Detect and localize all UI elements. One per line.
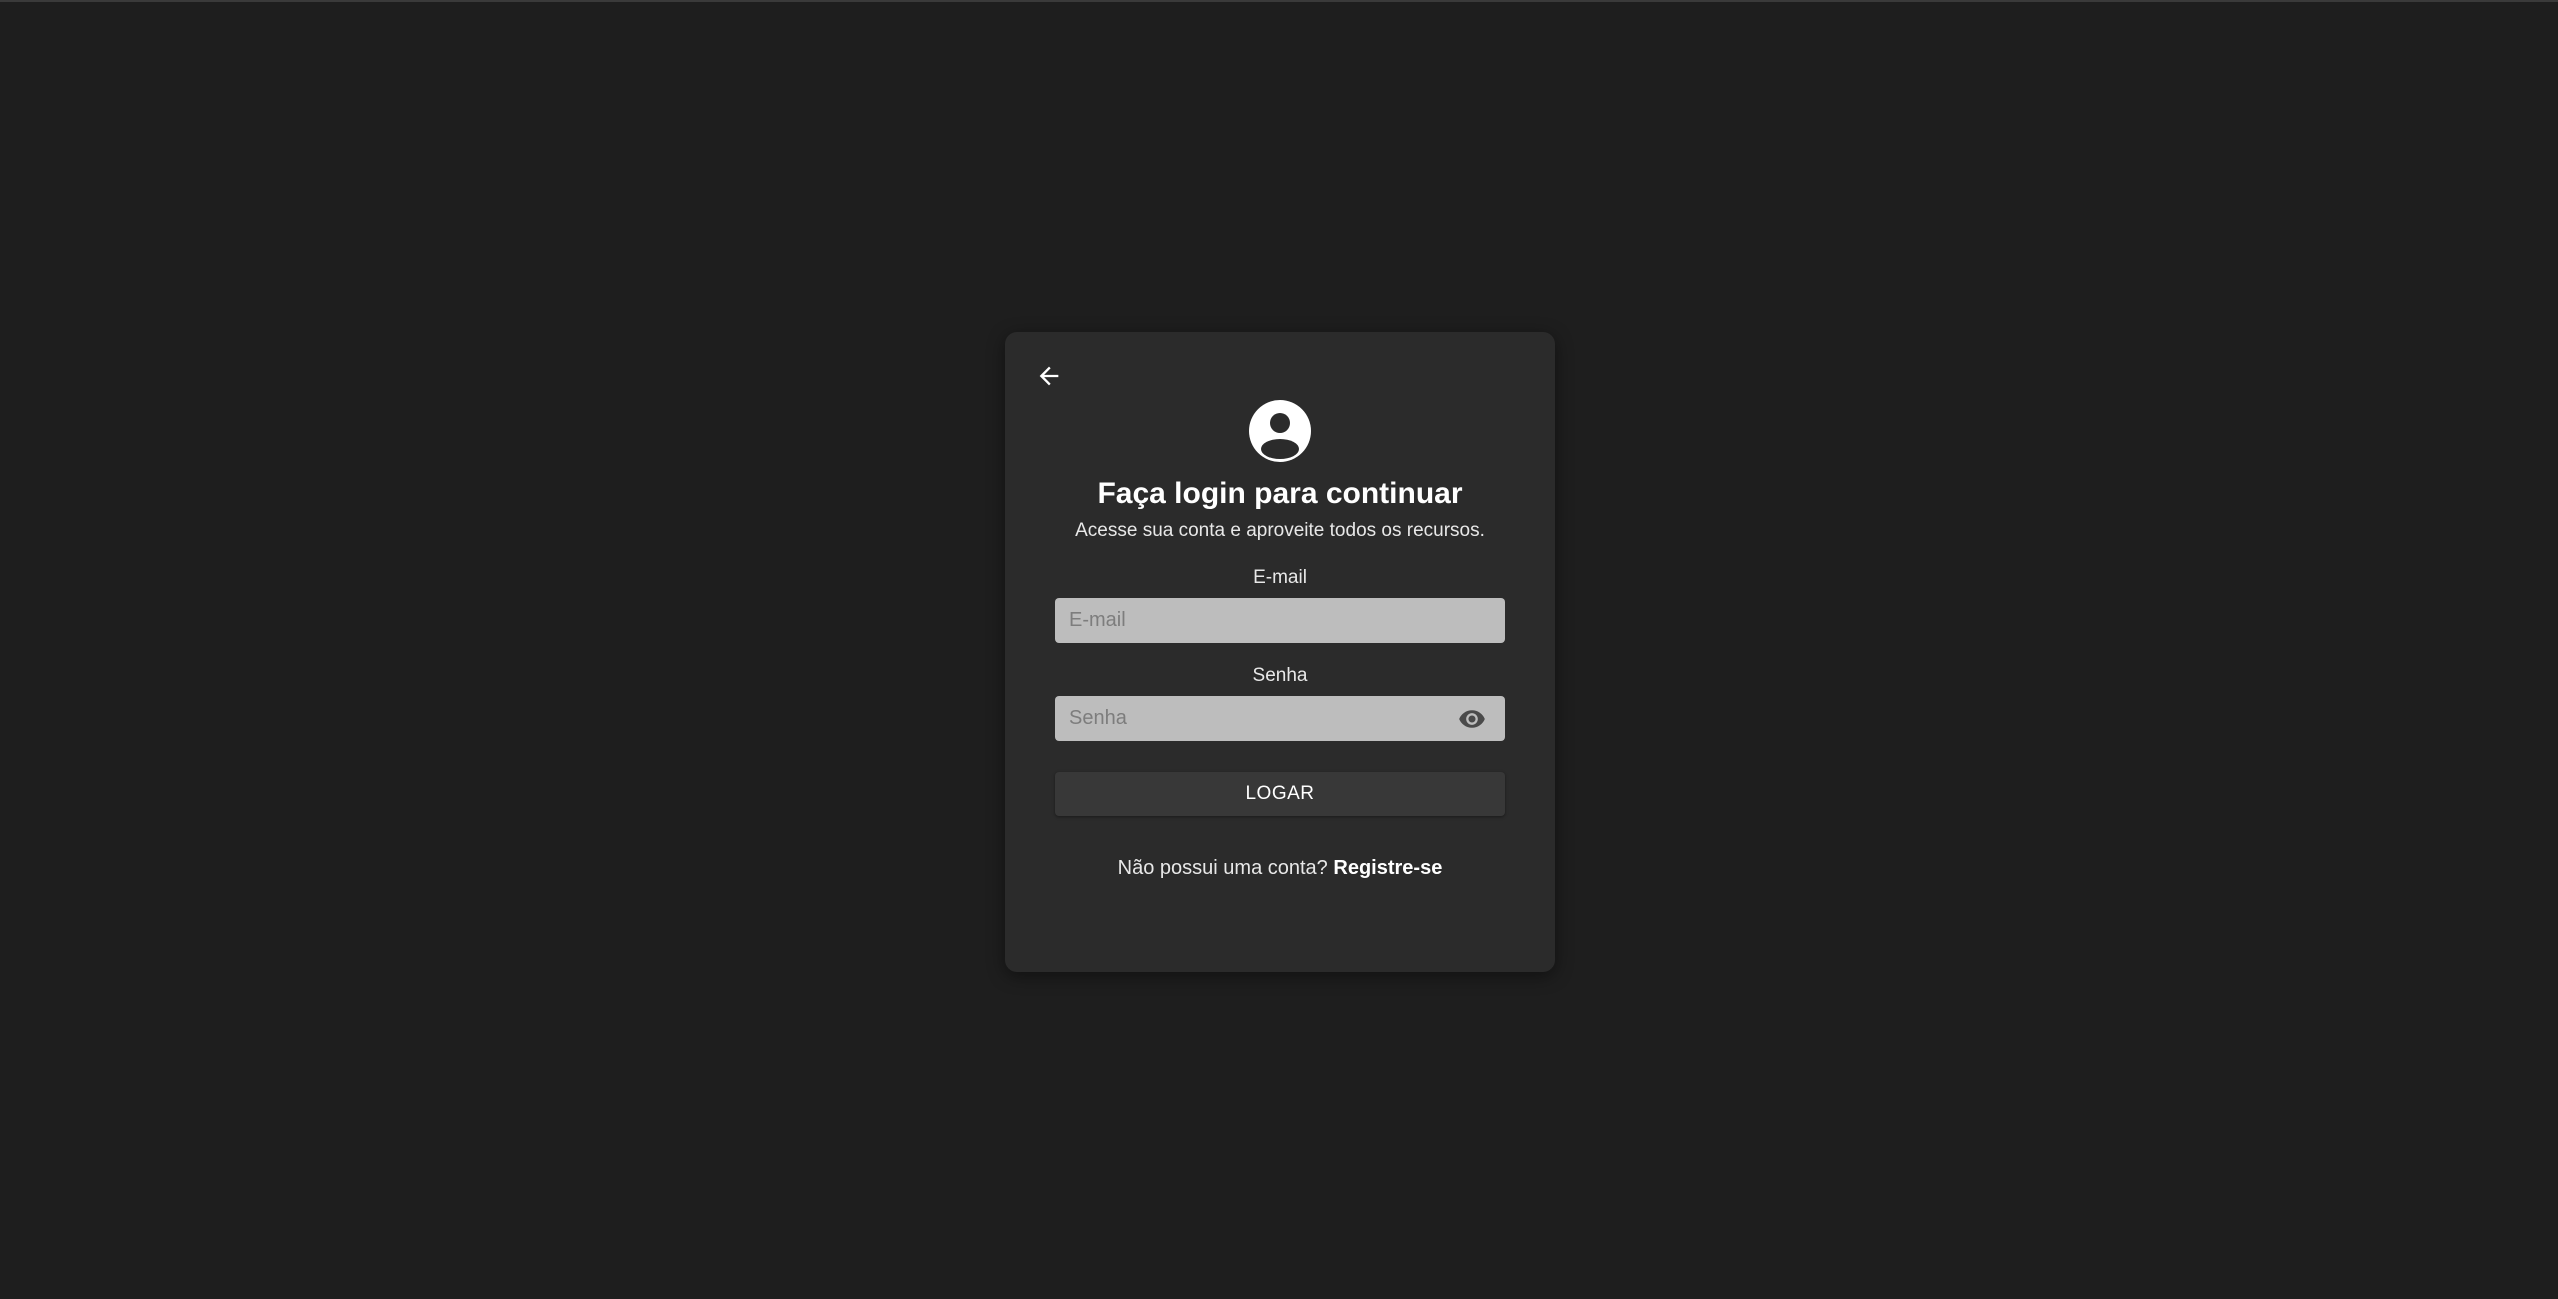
register-prompt-row: Não possui uma conta? Registre-se bbox=[1005, 854, 1555, 882]
page-title: Faça login para continuar bbox=[1097, 477, 1463, 510]
register-prompt-text: Não possui uma conta? bbox=[1117, 857, 1328, 879]
window-top-border bbox=[0, 0, 2558, 2]
arrow-left-icon bbox=[1039, 366, 1059, 386]
login-card: Faça login para continuar Acesse sua con… bbox=[1005, 332, 1555, 972]
email-field-container bbox=[1055, 598, 1505, 643]
email-field[interactable] bbox=[1055, 598, 1505, 643]
eye-icon bbox=[1459, 710, 1485, 728]
password-field-container bbox=[1055, 696, 1505, 741]
register-link[interactable]: Registre-se bbox=[1333, 857, 1442, 879]
password-label: Senha bbox=[1252, 665, 1308, 686]
password-field[interactable] bbox=[1055, 696, 1505, 741]
login-button[interactable]: LOGAR bbox=[1055, 772, 1505, 816]
toggle-password-visibility-button[interactable] bbox=[1457, 705, 1487, 733]
back-button[interactable] bbox=[1025, 352, 1073, 400]
email-label: E-mail bbox=[1253, 567, 1307, 588]
page-subtitle: Acesse sua conta e aproveite todos os re… bbox=[1075, 520, 1485, 541]
account-circle-icon bbox=[1249, 400, 1311, 462]
